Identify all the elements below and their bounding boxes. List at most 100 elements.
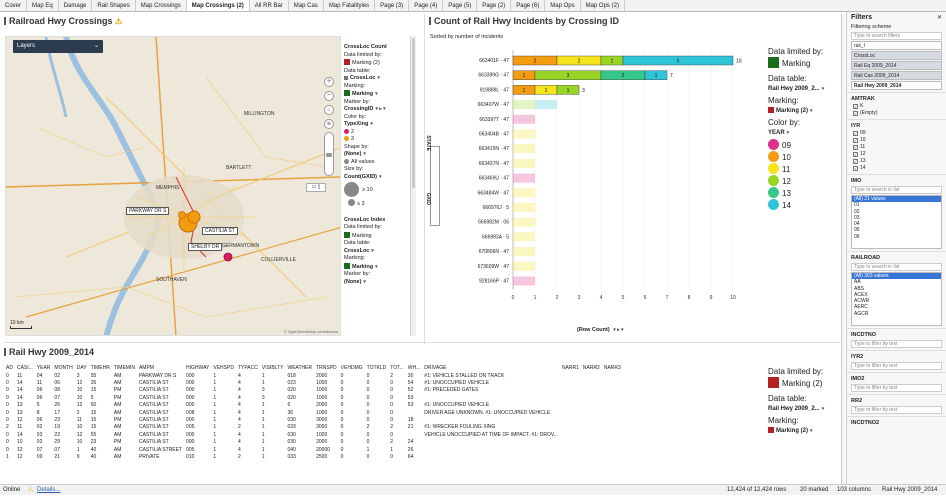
marker-by-selector-2[interactable]: (None) ▾: [344, 279, 408, 287]
table-row[interactable]: 0 13 5 26 12 50 AM CASTILIA ST 000 1 4 1 6 2000 0 0 0 53 #…: [4, 402, 623, 409]
tab-map-ops[interactable]: Map Ops: [545, 0, 581, 11]
bar-segment[interactable]: [513, 247, 535, 257]
filter-checkbox[interactable]: ✓ 09: [847, 130, 946, 137]
pan-tool-button[interactable]: ⊕: [324, 119, 334, 129]
imo-list[interactable]: (All) 21 values 01 02 03 04 05 06: [851, 195, 942, 249]
bar-value-label[interactable]: 2: [622, 73, 625, 79]
column-header[interactable]: TRNSPD: [314, 364, 339, 372]
bar-segment[interactable]: [535, 100, 557, 110]
data-table[interactable]: AD CASI... YEAR MONTH DAY TIMEHR TIMEMIN AMPM HI…: [4, 364, 754, 474]
table-row[interactable]: 0 14 06 07 10 5 PM CASTILIA ST 000 1 4 3 020 1000 0 0 0 5…: [4, 394, 623, 401]
imo-search-input[interactable]: Type to search in list: [851, 186, 942, 194]
filter-table-item[interactable]: Rail Eq 2009_2014: [851, 61, 942, 70]
bar-chart[interactable]: 0 1 2 3 4 5 6 7 8 9 10 663401F · 47 2 2 1 5 10 663399G · …: [440, 44, 760, 344]
tab-page-5[interactable]: Page (5): [443, 0, 478, 11]
column-header[interactable]: TYPACC: [236, 364, 260, 372]
bar-value-label[interactable]: 1: [611, 59, 614, 65]
zoom-in-button[interactable]: +: [324, 77, 334, 87]
close-icon[interactable]: ✕: [937, 14, 942, 21]
column-header[interactable]: VEHSPD: [211, 364, 236, 372]
column-header[interactable]: WH...: [406, 364, 423, 372]
tab-page-4[interactable]: Page (4): [409, 0, 444, 11]
tab-map-eq[interactable]: Map Eq: [27, 0, 59, 11]
filter-table-item-active[interactable]: Rail Hwy 2009_2014: [851, 81, 942, 90]
filter-table-item[interactable]: Rail Cas 2009_2014: [851, 71, 942, 80]
bar-value-label[interactable]: 1: [545, 88, 548, 94]
tab-page-3[interactable]: Page (3): [375, 0, 410, 11]
column-header[interactable]: DAY: [75, 364, 89, 372]
column-header[interactable]: HIGHWAY: [184, 364, 211, 372]
bar-segment[interactable]: [513, 144, 535, 154]
bar-segment[interactable]: [513, 232, 535, 242]
iyr2-filter-input[interactable]: Type to filter by text: [851, 362, 942, 370]
table-row[interactable]: 1 12 09 21 9 40 AM PRIVATE 010 1 2 1 033 2500 0 0 0 64: [4, 453, 623, 460]
table-row[interactable]: 0 10 02 29 10 23 PM CASTILIA ST 000 1 4 1 030 2000 0 0 2…: [4, 439, 623, 446]
column-header[interactable]: AMPM: [137, 364, 184, 372]
column-header[interactable]: NARR1: [560, 364, 581, 372]
marker-by-selector[interactable]: CrossingID ▾ ▸ ▾: [344, 106, 408, 114]
filter-checkbox[interactable]: ✓ 14: [847, 165, 946, 172]
table-row[interactable]: 0 12 06 23 11 15 PM CASTILIA ST 000 1 4 1 030 3000 0 0 0…: [4, 416, 623, 423]
filter-checkbox[interactable]: ✓ 12: [847, 151, 946, 158]
bar-value-label[interactable]: 2: [534, 59, 537, 65]
table-row[interactable]: 0 14 11 06 12 35 AM CASTILIA ST 000 1 4 1 023 1000 0 0 0…: [4, 379, 623, 386]
bar-value-label[interactable]: 1: [655, 73, 658, 79]
column-header[interactable]: VISIBLTY: [260, 364, 286, 372]
marking-selector-chart[interactable]: Marking (2) ▾: [768, 106, 842, 117]
bar-segment[interactable]: [513, 129, 535, 139]
incdtno-filter-input[interactable]: Type to filter by text: [851, 340, 942, 348]
bar-value-label[interactable]: 3: [567, 73, 570, 79]
tab-cover[interactable]: Cover: [0, 0, 28, 11]
filter-table-item[interactable]: CrossLoc: [851, 51, 942, 60]
column-header[interactable]: DRIVAGE: [422, 364, 560, 372]
table-selector-table[interactable]: Rail Hwy 2009_2... ▾: [768, 404, 842, 415]
list-item[interactable]: 06: [852, 234, 941, 240]
column-header[interactable]: TOT...: [388, 364, 406, 372]
layers-dropdown[interactable]: Layers ⌄: [13, 40, 103, 53]
bar-segment[interactable]: [513, 173, 535, 183]
bar-value-label[interactable]: 5: [677, 59, 680, 65]
reset-view-button[interactable]: ⌂: [324, 105, 334, 115]
bar-segment[interactable]: [513, 217, 535, 227]
color-by-selector[interactable]: TypeXing ▾: [344, 121, 408, 129]
tab-map-fatalityies[interactable]: Map Fatalityies: [324, 0, 376, 11]
bar-value-label[interactable]: 1: [523, 88, 526, 94]
filter-table-item[interactable]: rail_I: [851, 41, 942, 50]
x-axis-title[interactable]: (Row Count) ▾ ▸ ▾: [577, 327, 624, 333]
column-header[interactable]: MONTH: [52, 364, 74, 372]
column-header[interactable]: NARR2: [581, 364, 602, 372]
size-by-selector[interactable]: Count(GXID) ▾: [344, 174, 408, 182]
tab-all-rr-bar[interactable]: All RR Bar: [250, 0, 289, 11]
tab-page-6[interactable]: Page (6): [511, 0, 546, 11]
filter-checkbox[interactable]: ✓ (Empty): [847, 110, 946, 117]
bar-segment[interactable]: [513, 114, 535, 124]
tab-map-ops-2[interactable]: Map Ops (2): [581, 0, 625, 11]
filter-search-input[interactable]: Type to search filters: [851, 32, 942, 40]
bar-segment[interactable]: [513, 276, 535, 286]
filter-checkbox[interactable]: ✓ K: [847, 103, 946, 110]
bar-total-label[interactable]: 7: [670, 73, 673, 79]
tab-damage[interactable]: Damage: [59, 0, 93, 11]
column-header[interactable]: TIMEMIN: [112, 364, 137, 372]
tab-map-cas[interactable]: Map Cas: [289, 0, 324, 11]
column-header[interactable]: AD: [4, 364, 15, 372]
column-header[interactable]: CASI...: [15, 364, 35, 372]
table-row[interactable]: 0 14 03 22 12 55 AM CASTILIA ST 000 1 4 1 030 1000 0 0 0…: [4, 431, 623, 438]
tab-rail-shapes[interactable]: Rail Shapes: [92, 0, 136, 11]
zoom-slider[interactable]: [324, 132, 334, 176]
shape-by-selector[interactable]: (None) ▾: [344, 151, 408, 159]
column-header[interactable]: TIMEHR: [89, 364, 112, 372]
bar-total-label[interactable]: 10: [736, 59, 742, 65]
column-header[interactable]: TOTKLD: [365, 364, 389, 372]
tab-page-2[interactable]: Page (2): [477, 0, 512, 11]
table-selector[interactable]: CrossLoc ▾: [344, 75, 408, 83]
table-row[interactable]: 0 14 06 08 10 15 PM CASTILIA ST 000 1 4 3 020 1000 0 0 0…: [4, 387, 623, 394]
y-axis-shelf[interactable]: STATE GXID: [425, 135, 440, 226]
imo2-filter-input[interactable]: Type to filter by text: [851, 384, 942, 392]
filter-checkbox[interactable]: ✓ 13: [847, 158, 946, 165]
marking-selector[interactable]: Marking ▾: [344, 90, 408, 99]
marking-selector-table[interactable]: Marking (2) ▾: [768, 426, 842, 437]
details-link[interactable]: Details...: [37, 485, 60, 496]
table-selector-chart[interactable]: Rail Hwy 2009_2... ▾: [768, 84, 842, 95]
table-row[interactable]: 0 12 07 07 1 40 AM CASTILIA STREET 005 1 4 1 040 2000…: [4, 446, 623, 453]
